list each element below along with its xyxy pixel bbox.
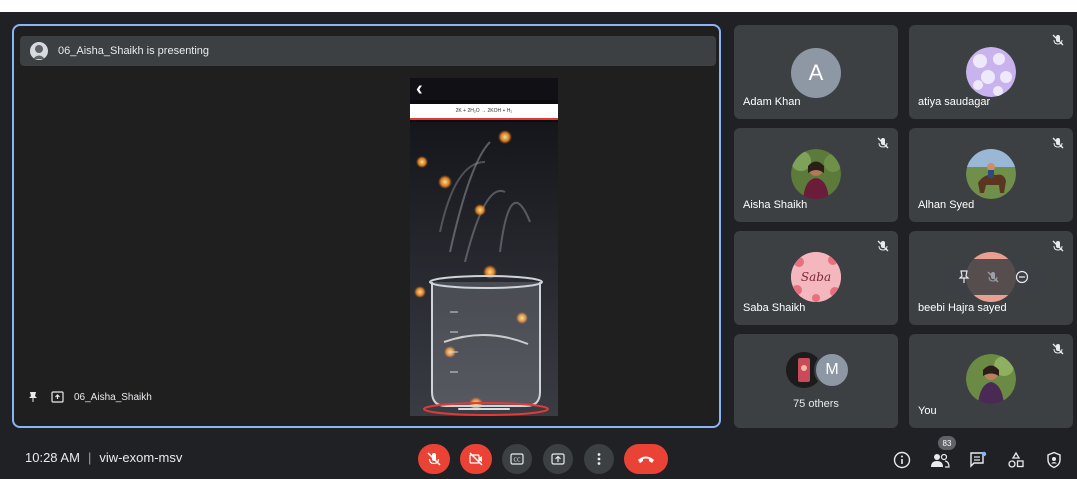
- shared-screen: ‹ 2K + 2H₂O → 2KOH + H₂: [410, 78, 558, 416]
- host-controls-icon: [1047, 451, 1061, 469]
- tile-hover-controls: [941, 259, 1045, 295]
- present-icon: [551, 453, 565, 465]
- activities-button[interactable]: [1006, 450, 1026, 470]
- host-controls-button[interactable]: [1044, 450, 1064, 470]
- participant-name: Aisha Shaikh: [743, 199, 808, 211]
- present-to-all-icon: [50, 390, 64, 404]
- people-icon: [931, 453, 950, 468]
- mic-off-icon: [1052, 240, 1064, 252]
- participant-name: Alhan Syed: [918, 199, 975, 211]
- camera-toggle-button[interactable]: [460, 444, 492, 474]
- back-arrow-icon: ‹: [416, 78, 423, 100]
- remove-icon[interactable]: [1015, 270, 1029, 284]
- captions-button[interactable]: CC: [502, 444, 532, 474]
- mic-off-icon: [1052, 137, 1064, 149]
- captions-icon: CC: [510, 453, 524, 465]
- mute-participant-icon[interactable]: [986, 270, 1000, 284]
- participant-tile[interactable]: Alhan Syed: [909, 128, 1073, 222]
- stage-presenter-name: 06_Aisha_Shaikh: [74, 391, 152, 403]
- meeting-separator: |: [87, 450, 92, 465]
- end-call-button[interactable]: [624, 444, 668, 474]
- participant-tile[interactable]: atiya saudagar: [909, 25, 1073, 119]
- participant-name: beebi Hajra sayed: [918, 302, 1007, 314]
- pin-icon[interactable]: [957, 270, 971, 284]
- present-button[interactable]: [543, 444, 573, 474]
- self-tile[interactable]: You: [909, 334, 1073, 428]
- participant-tile[interactable]: Aisha Shaikh: [734, 128, 898, 222]
- bottom-bar: 10:28 AM | viw-exom-msv CC 83: [0, 436, 1077, 479]
- equation-bar: 2K + 2H₂O → 2KOH + H₂: [410, 104, 558, 120]
- avatar: A: [791, 48, 841, 98]
- avatar: M: [814, 352, 850, 388]
- avatar-text: Saba: [800, 270, 832, 284]
- avatar: Saba: [791, 252, 841, 302]
- home-indicator: [458, 408, 510, 410]
- mic-off-icon: [427, 452, 441, 466]
- presentation-stage: 06_Aisha_Shaikh is presenting ‹ 2K + 2H₂…: [12, 24, 721, 428]
- svg-text:CC: CC: [514, 458, 521, 464]
- people-button[interactable]: [930, 450, 950, 470]
- shared-app-header: [410, 78, 558, 100]
- end-call-icon: [638, 456, 654, 463]
- participant-tile[interactable]: Saba Saba Shaikh: [734, 231, 898, 325]
- participant-name: You: [918, 405, 937, 417]
- mic-off-icon: [877, 137, 889, 149]
- mic-toggle-button[interactable]: [418, 444, 450, 474]
- pin-icon[interactable]: [26, 390, 40, 404]
- participant-tile[interactable]: beebi Hajra sayed: [909, 231, 1073, 325]
- presenter-avatar: [30, 42, 48, 60]
- activities-icon: [1008, 451, 1024, 468]
- meeting-details-button[interactable]: [892, 450, 912, 470]
- more-icon: [597, 453, 601, 465]
- camera-off-icon: [469, 452, 483, 466]
- meeting-code[interactable]: viw-exom-msv: [99, 450, 182, 465]
- chat-icon: [970, 451, 987, 468]
- presenting-banner: 06_Aisha_Shaikh is presenting: [20, 36, 716, 66]
- beaker-illustration: [410, 122, 558, 416]
- meeting-info: 10:28 AM | viw-exom-msv: [25, 450, 182, 465]
- top-strip: [0, 0, 1077, 12]
- avatar: [791, 149, 841, 199]
- mic-off-icon: [1052, 34, 1064, 46]
- more-options-button[interactable]: [584, 444, 614, 474]
- participant-count-badge: 83: [938, 436, 956, 450]
- stage-footer: 06_Aisha_Shaikh: [26, 390, 152, 404]
- avatar: [966, 47, 1016, 97]
- presenting-text: 06_Aisha_Shaikh is presenting: [58, 45, 210, 57]
- participant-name: atiya saudagar: [918, 96, 991, 108]
- participant-name: Saba Shaikh: [743, 302, 806, 314]
- mic-off-icon: [877, 240, 889, 252]
- avatar: [966, 149, 1016, 199]
- others-avatars: M: [786, 352, 850, 388]
- others-tile[interactable]: M 75 others: [734, 334, 898, 428]
- mic-off-icon: [1052, 343, 1064, 355]
- chat-button[interactable]: [968, 450, 988, 470]
- meeting-time: 10:28 AM: [25, 450, 80, 465]
- avatar: [966, 354, 1016, 404]
- others-label: 75 others: [793, 398, 839, 410]
- participant-tile[interactable]: A Adam Khan: [734, 25, 898, 119]
- participant-name: Adam Khan: [743, 96, 801, 108]
- info-icon: [893, 451, 911, 469]
